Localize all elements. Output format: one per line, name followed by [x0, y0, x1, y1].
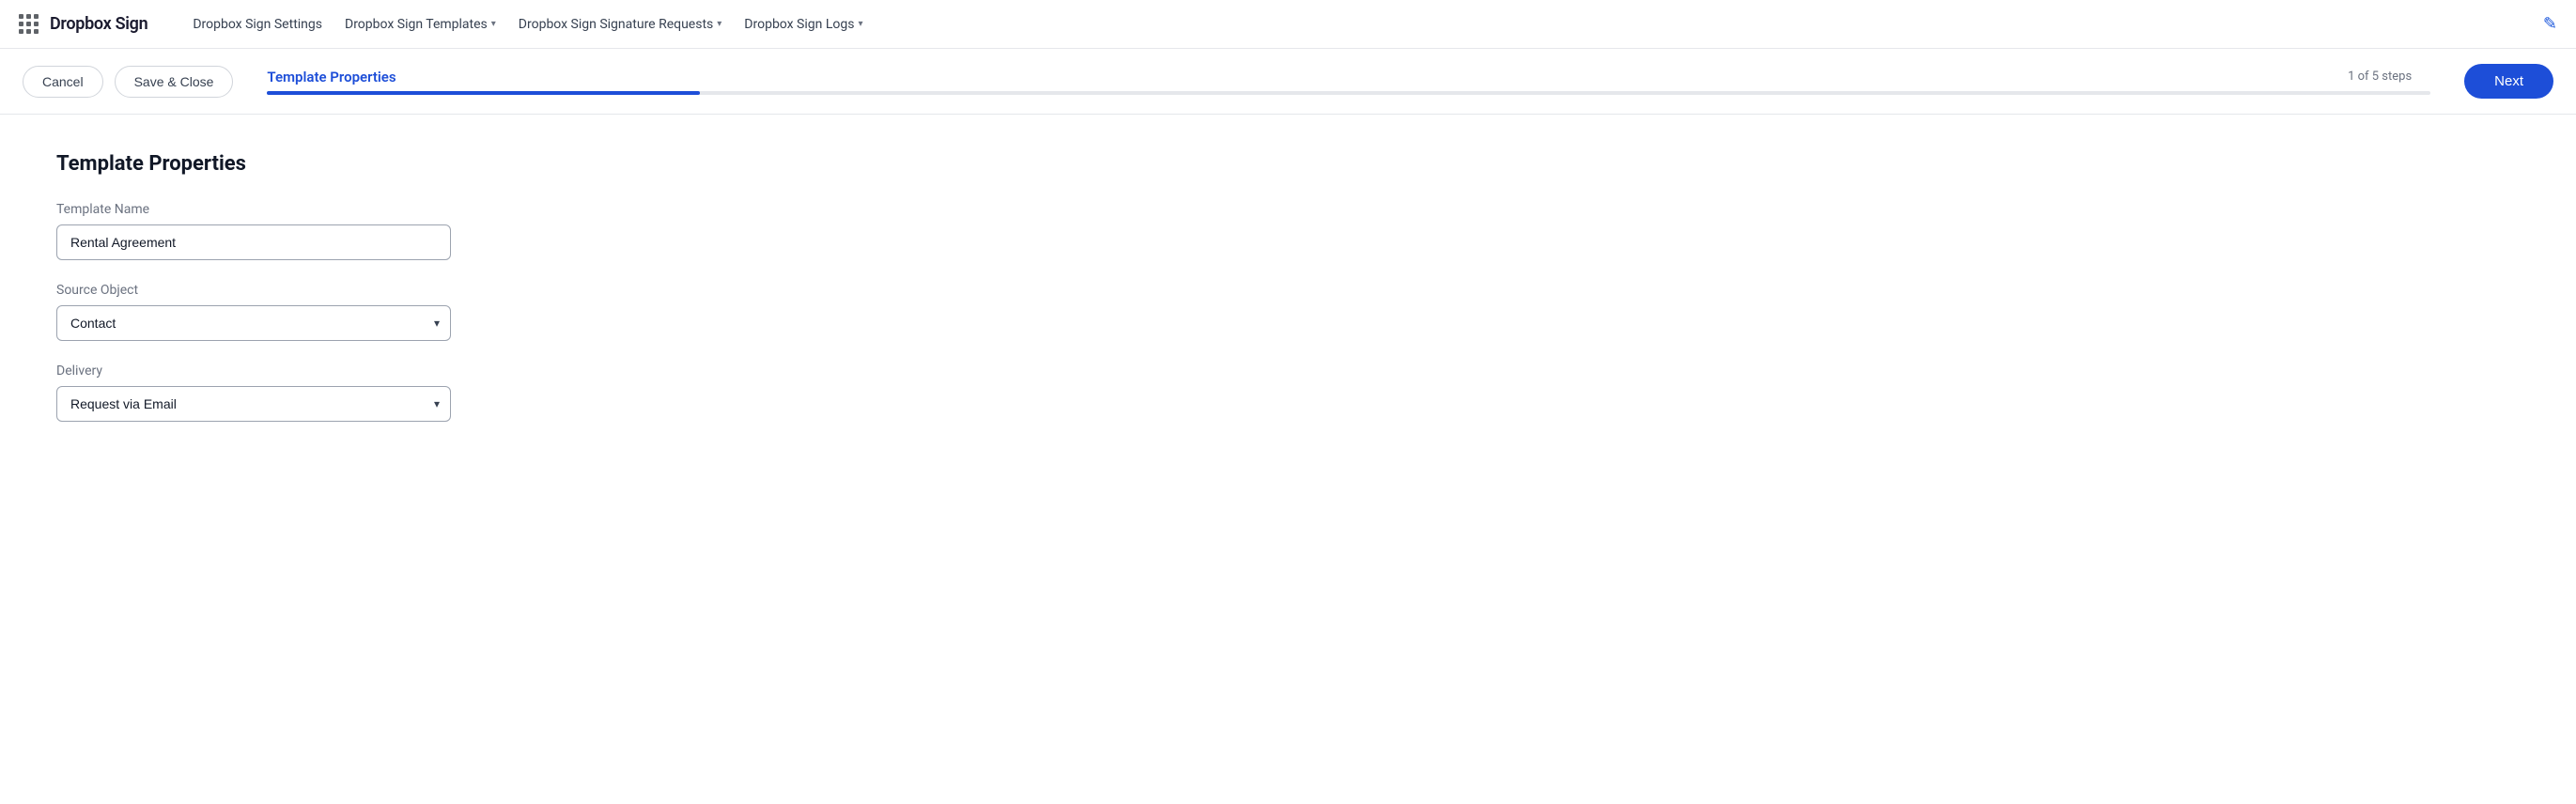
save-close-button[interactable]: Save & Close [115, 66, 234, 98]
template-name-input[interactable] [56, 224, 451, 260]
chevron-down-icon: ▾ [717, 19, 722, 29]
progress-section: Template Properties 1 of 5 steps [267, 69, 2430, 95]
chevron-down-icon: ▾ [491, 19, 496, 29]
progress-title: Template Properties [267, 69, 396, 85]
app-logo: Dropbox Sign [50, 14, 147, 34]
progress-header: Template Properties 1 of 5 steps [267, 69, 2430, 85]
nav-item-logs[interactable]: Dropbox Sign Logs ▾ [737, 11, 870, 38]
edit-pen-icon[interactable]: ✎ [2543, 14, 2557, 34]
cancel-button[interactable]: Cancel [23, 66, 103, 98]
top-nav: Dropbox Sign Dropbox Sign Settings Dropb… [0, 0, 2576, 49]
nav-item-templates[interactable]: Dropbox Sign Templates ▾ [337, 11, 504, 38]
source-object-select[interactable]: Contact Lead Account Opportunity [56, 305, 451, 341]
chevron-down-icon: ▾ [858, 19, 862, 29]
delivery-group: Delivery Request via Email Send via Emai… [56, 363, 695, 422]
nav-item-signature-requests[interactable]: Dropbox Sign Signature Requests ▾ [511, 11, 730, 38]
nav-item-settings[interactable]: Dropbox Sign Settings [185, 11, 330, 38]
progress-steps: 1 of 5 steps [2348, 70, 2412, 84]
main-content: Template Properties Template Name Source… [0, 115, 752, 482]
source-object-group: Source Object Contact Lead Account Oppor… [56, 283, 695, 341]
next-button[interactable]: Next [2464, 64, 2553, 99]
nav-items: Dropbox Sign Settings Dropbox Sign Templ… [185, 11, 2543, 38]
grid-icon[interactable] [19, 14, 39, 34]
toolbar: Cancel Save & Close Template Properties … [0, 49, 2576, 115]
source-object-label: Source Object [56, 283, 695, 298]
section-title: Template Properties [56, 152, 695, 176]
delivery-label: Delivery [56, 363, 695, 379]
progress-bar-container [267, 91, 2430, 95]
source-object-wrapper: Contact Lead Account Opportunity ▾ [56, 305, 451, 341]
template-name-label: Template Name [56, 202, 695, 217]
progress-bar-fill [267, 91, 700, 95]
delivery-select[interactable]: Request via Email Send via Email Manual [56, 386, 451, 422]
delivery-wrapper: Request via Email Send via Email Manual … [56, 386, 451, 422]
template-name-group: Template Name [56, 202, 695, 260]
